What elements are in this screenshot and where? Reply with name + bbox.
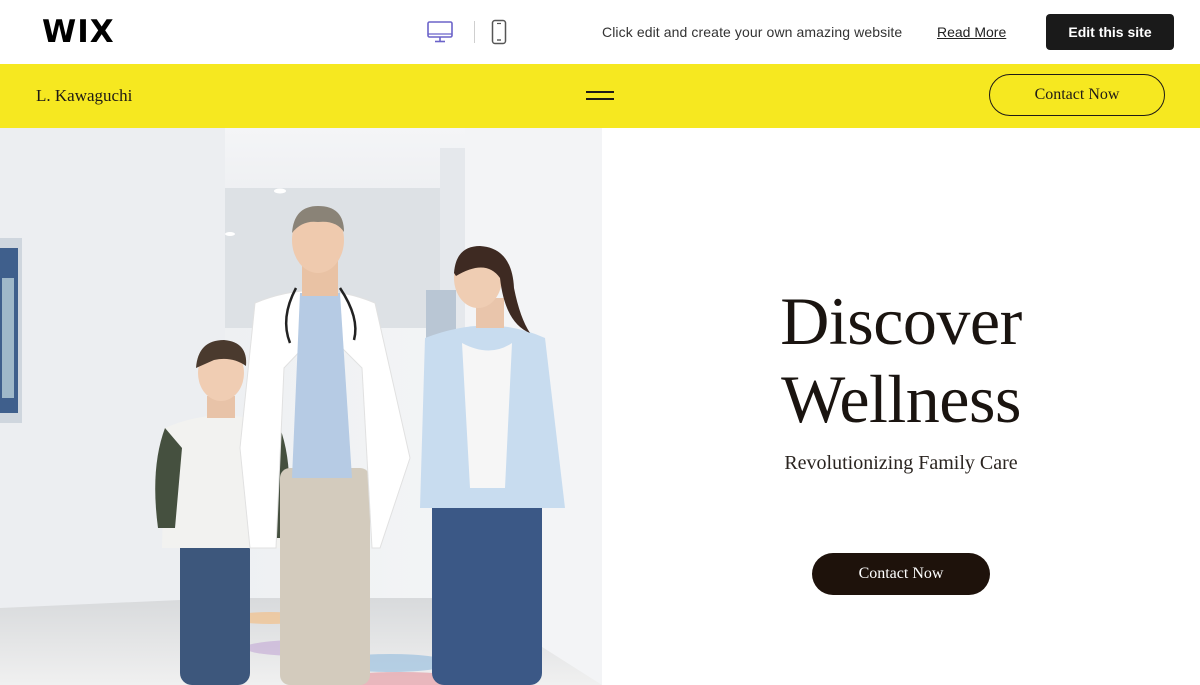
- mobile-icon[interactable]: [489, 18, 509, 46]
- wix-logo[interactable]: WIX: [42, 14, 115, 50]
- hero-image-illustration: [0, 128, 602, 685]
- hero-title: Discover Wellness: [602, 282, 1200, 438]
- read-more-link[interactable]: Read More: [937, 24, 1006, 40]
- desktop-icon[interactable]: [424, 18, 456, 46]
- hero-contact-button[interactable]: Contact Now: [812, 553, 990, 595]
- wix-promo-text: Click edit and create your own amazing w…: [602, 24, 903, 40]
- hamburger-menu-icon[interactable]: [586, 89, 616, 103]
- hero-title-line-1: Discover: [780, 283, 1022, 359]
- device-toggle: [424, 18, 509, 46]
- header-contact-button[interactable]: Contact Now: [989, 74, 1165, 116]
- site-name[interactable]: L. Kawaguchi: [36, 86, 132, 106]
- hero-photo: [0, 128, 602, 685]
- device-separator: [474, 21, 475, 43]
- wix-top-bar: WIX Click edit and create your own amazi…: [0, 0, 1200, 65]
- hero-subtitle: Revolutionizing Family Care: [784, 452, 1018, 474]
- edit-site-button[interactable]: Edit this site: [1046, 14, 1174, 50]
- hero-title-line-2: Wellness: [781, 361, 1021, 437]
